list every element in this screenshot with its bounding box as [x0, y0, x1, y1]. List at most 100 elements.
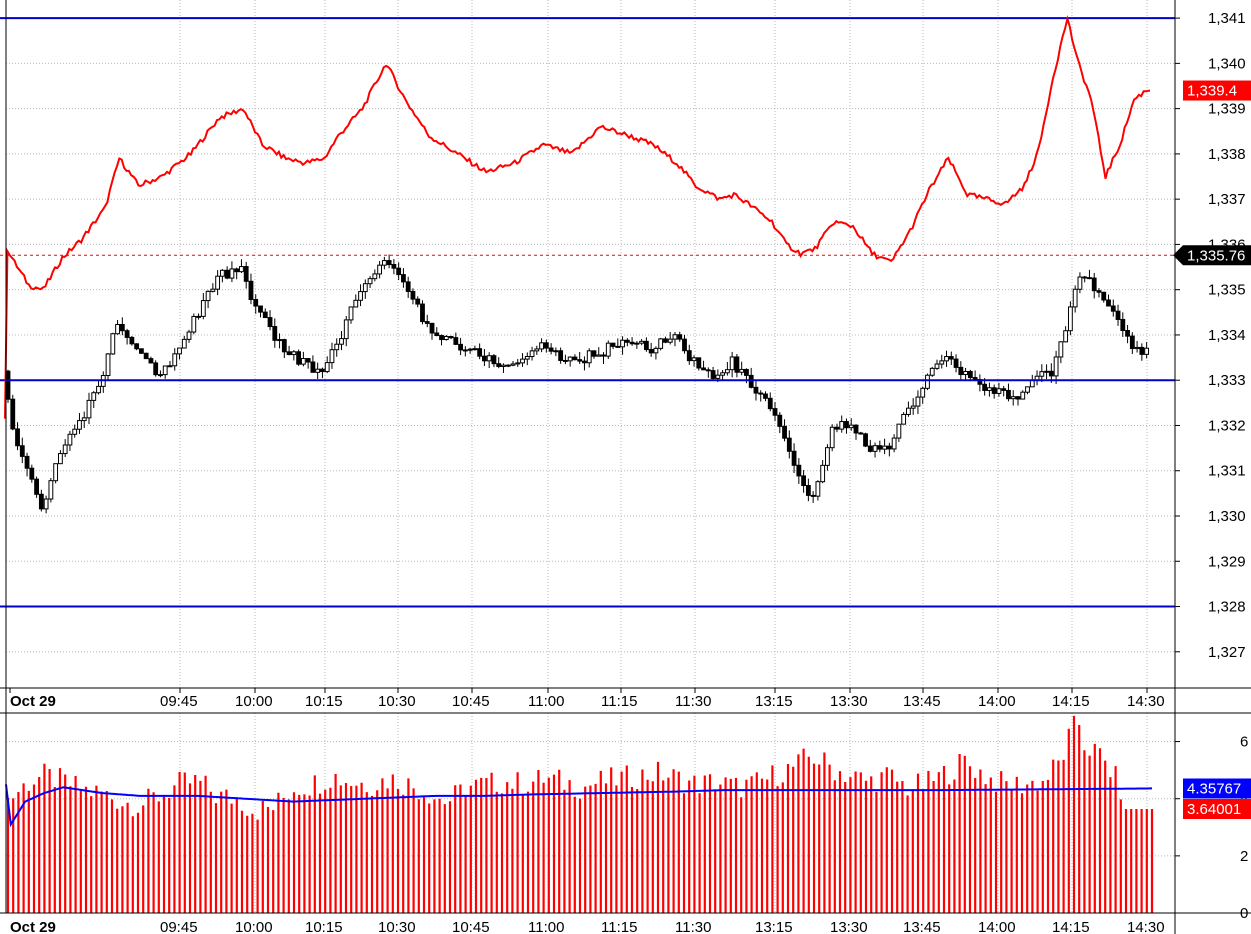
candle-body	[815, 481, 821, 497]
candle-body	[186, 331, 192, 340]
candle-body	[605, 342, 611, 357]
candle-body	[853, 424, 859, 434]
last-price-tag-text: 1,335.76	[1187, 247, 1245, 264]
candle-body	[648, 349, 654, 354]
volume-x-tick-label: 11:30	[675, 919, 711, 934]
candle-body	[462, 349, 468, 352]
candle-body	[701, 367, 706, 371]
price-y-tick-label: 1,327	[1208, 644, 1246, 661]
candle-body	[110, 333, 116, 355]
candle-body	[105, 353, 111, 377]
candle-body	[720, 372, 726, 376]
candle-body	[234, 268, 240, 273]
price-y-tick-label: 1,340	[1208, 55, 1246, 72]
candle-body	[281, 339, 287, 353]
candle-body	[539, 342, 544, 350]
candle-body	[1001, 388, 1007, 391]
candle-body	[624, 339, 630, 343]
candle-body	[243, 266, 249, 282]
candle-body	[882, 445, 887, 450]
price-y-tick-label: 1,328	[1208, 599, 1246, 616]
candle-body	[1006, 389, 1011, 400]
candle-body	[1087, 277, 1092, 280]
candle-body	[315, 368, 321, 373]
candle-body	[358, 291, 363, 301]
candle-body	[491, 355, 497, 365]
candle-body	[200, 300, 206, 317]
candle-body	[81, 417, 87, 422]
volume-x-tick-label: 10:15	[305, 919, 343, 934]
price-x-tick-label: Oct 29	[10, 693, 56, 710]
candle-body	[386, 260, 392, 266]
candle-body	[944, 356, 949, 362]
candle-body	[724, 369, 730, 374]
candle-body	[810, 494, 816, 497]
candle-body	[963, 370, 968, 376]
candle-body	[239, 266, 244, 273]
candle-body	[1010, 396, 1016, 400]
candle-body	[57, 453, 63, 465]
candle-body	[486, 355, 492, 362]
candle-body	[5, 370, 11, 400]
candle-body	[219, 269, 225, 277]
price-time-labels: Oct 29 09:45 10:00 10:15 10:30 10:45 11:00 11:1…	[9, 688, 1165, 710]
candle-body	[872, 445, 878, 452]
candle-body	[910, 405, 916, 409]
candle-body	[424, 321, 430, 324]
candle-body	[801, 475, 807, 487]
candle-body	[148, 358, 154, 364]
candle-body	[1115, 310, 1121, 320]
chart-canvas: 1,327 1,328 1,329 1,330 1,331 1,332 1,333 1,334…	[0, 0, 1251, 934]
candle-body	[229, 268, 235, 279]
candle-body	[420, 303, 425, 323]
candle-body	[496, 363, 502, 367]
price-x-tick-label: 10:00	[235, 693, 273, 710]
candle-body	[1063, 330, 1069, 343]
price-x-tick-label: 10:30	[378, 693, 416, 710]
candle-body	[277, 339, 282, 342]
volume-x-tick-label: 13:45	[903, 919, 941, 934]
candle-body	[1125, 329, 1130, 337]
price-x-tick-label: 14:00	[978, 693, 1016, 710]
candle-body	[629, 341, 635, 345]
volume-x-tick-label: 14:15	[1052, 919, 1090, 934]
candle-body	[262, 311, 268, 319]
candle-body	[439, 335, 444, 341]
candle-body	[601, 354, 606, 357]
candle-body	[572, 356, 578, 361]
candle-body	[43, 498, 49, 510]
candle-body	[639, 340, 645, 344]
candle-body	[825, 447, 830, 466]
candle-body	[939, 360, 945, 365]
candle-body	[891, 437, 897, 450]
candle-body	[920, 387, 926, 398]
candle-body	[167, 365, 173, 368]
candle-body	[348, 306, 354, 321]
candle-body	[896, 423, 902, 439]
candle-body	[1144, 347, 1150, 355]
candle-body	[620, 339, 625, 348]
candle-body	[1082, 276, 1088, 279]
candle-body	[34, 478, 39, 495]
candle-body	[543, 342, 549, 349]
price-x-tick-label: 13:30	[830, 693, 868, 710]
candle-body	[372, 273, 378, 280]
candle-body	[1106, 299, 1111, 307]
candle-body	[991, 387, 997, 394]
candle-body	[1072, 288, 1078, 308]
candle-body	[401, 274, 406, 283]
candle-body	[324, 362, 330, 373]
candle-body	[696, 357, 702, 369]
candle-body	[286, 351, 292, 356]
price-y-tick-label: 1,337	[1208, 191, 1246, 208]
candle-body	[643, 340, 649, 351]
candle-body	[248, 280, 254, 301]
candle-body	[434, 332, 440, 337]
candle-body	[129, 336, 135, 345]
candle-body	[10, 398, 16, 430]
candle-body	[615, 345, 621, 348]
candle-body	[467, 348, 473, 351]
candle-body	[582, 360, 587, 364]
candle-body	[1096, 290, 1102, 293]
candle-body	[329, 349, 335, 364]
